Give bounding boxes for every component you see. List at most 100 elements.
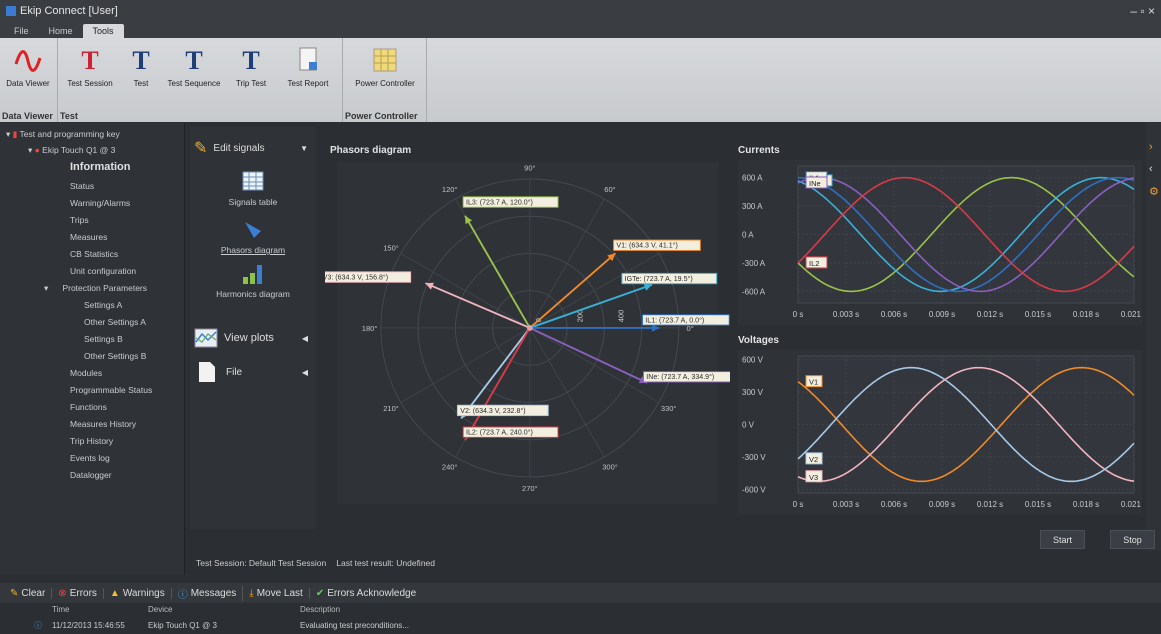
phasor-vector-label: IL2: (723.7 A, 240.0°) [462, 426, 559, 438]
errors-button[interactable]: ⊗ Errors [58, 587, 104, 599]
log-col-device[interactable]: Device [148, 605, 172, 614]
window-controls[interactable]: – ▫ × [1130, 4, 1155, 18]
log-row[interactable]: ⓘ 11/12/2013 15:46:55 Ekip Touch Q1 @ 3 … [0, 617, 1161, 634]
power-controller-label: Power Controller [355, 79, 415, 88]
tree-item-protection-parameters[interactable]: ▾ Protection Parameters [44, 283, 147, 294]
log-header: Time Device Description [0, 603, 1161, 617]
tree-item-trips[interactable]: Trips [70, 215, 89, 225]
phasor-angle-label: 60° [604, 185, 615, 194]
title-bar: Ekip Connect [User] – ▫ × [0, 0, 1161, 22]
file-header[interactable]: File ◀ [194, 359, 312, 385]
phasor-origin [527, 325, 533, 331]
tree-root-label: Test and programming key [19, 129, 120, 139]
errors-label: Errors [69, 587, 97, 599]
tree-item-other-settings-b[interactable]: Other Settings B [84, 351, 146, 361]
stop-button[interactable]: Stop [1110, 530, 1155, 549]
log-col-time[interactable]: Time [52, 605, 69, 614]
tree-item-measures-history[interactable]: Measures History [70, 419, 136, 429]
test-sequence-button[interactable]: T Test Sequence [164, 46, 224, 88]
tree-item-measures[interactable]: Measures [70, 232, 107, 242]
phasor-label-text: IL3: (723.7 A, 120.0°) [466, 198, 533, 206]
warnings-label: Warnings [122, 587, 165, 599]
legend-text: IL2 [809, 259, 819, 268]
y-tick-label: 300 A [742, 202, 763, 211]
tree-item-settings-b[interactable]: Settings B [84, 334, 123, 344]
signals-table-button[interactable]: Signals table [190, 171, 316, 207]
tree-item-trip-history[interactable]: Trip History [70, 436, 113, 446]
x-tick-label: 0.003 s [833, 310, 859, 319]
test-report-label: Test Report [287, 79, 329, 88]
tree-item-events-log[interactable]: Events log [70, 453, 110, 463]
expand-arrow-icon[interactable]: › [1149, 141, 1153, 153]
table-icon [242, 171, 264, 191]
errors-acknowledge-label: Errors Acknowledge [327, 587, 417, 599]
y-tick-label: 0 V [742, 421, 755, 430]
data-viewer-button[interactable]: Data Viewer [0, 46, 56, 88]
test-report-button[interactable]: Test Report [278, 46, 338, 88]
trip-test-button[interactable]: T Trip Test [228, 46, 274, 88]
x-tick-label: 0.015 s [1025, 500, 1051, 509]
dropdown-arrow-icon: ▼ [300, 143, 308, 153]
warnings-button[interactable]: ▲ Warnings [110, 587, 172, 599]
menu-tab-home[interactable]: Home [39, 24, 83, 38]
test-button[interactable]: T Test [124, 46, 158, 88]
tree-item-information[interactable]: Information [70, 161, 131, 173]
y-tick-label: -600 V [742, 485, 766, 494]
log-time: 11/12/2013 15:46:55 [52, 621, 125, 630]
signals-table-label: Signals table [228, 197, 278, 207]
ribbon-group-power-controller: Power Controller Power Controller [343, 38, 427, 122]
ribbon-group-test: T Test Session T Test T Test Sequence T … [58, 38, 343, 122]
y-tick-label: 0 A [742, 231, 754, 240]
messages-button[interactable]: ⓘ Messages [178, 585, 244, 601]
tree-item-other-settings-a[interactable]: Other Settings A [84, 317, 146, 327]
phasor-angle-label: 270° [522, 484, 538, 493]
ribbon-group-label: Power Controller [345, 111, 418, 121]
menu-tab-tools[interactable]: Tools [82, 24, 124, 38]
log-col-description[interactable]: Description [300, 605, 340, 614]
status-line: Test Session: Default Test Session Last … [190, 551, 1161, 575]
x-tick-label: 0.021 s [1121, 310, 1142, 319]
tree-item-unit-configuration[interactable]: Unit configuration [70, 266, 136, 276]
ribbon: Data Viewer Data Viewer T Test Session T… [0, 38, 1161, 122]
tree-item-warning-alarms[interactable]: Warning/Alarms [70, 198, 130, 208]
broom-icon: ✎ [10, 587, 19, 599]
tree-item-status[interactable]: Status [70, 181, 94, 191]
collapse-arrow-icon: ◀ [301, 333, 308, 343]
x-tick-label: 0 s [793, 500, 804, 509]
power-controller-button[interactable]: Power Controller [351, 46, 419, 88]
test-session-button[interactable]: T Test Session [62, 46, 118, 88]
tree-item-functions[interactable]: Functions [70, 402, 107, 412]
tree-device[interactable]: ▾ ● Ekip Touch Q1 @ 3 [28, 145, 115, 156]
test-session-icon: T [81, 46, 99, 75]
tree-item-label: Protection Parameters [62, 283, 148, 293]
clear-button[interactable]: ✎ Clear [10, 587, 53, 599]
tree-item-cb-statistics[interactable]: CB Statistics [70, 249, 118, 259]
tree-item-modules[interactable]: Modules [70, 368, 102, 378]
errors-acknowledge-button[interactable]: ✔ Errors Acknowledge [316, 588, 422, 599]
tree-item-settings-a[interactable]: Settings A [84, 300, 122, 310]
settings-icon[interactable]: ⚙ [1149, 185, 1159, 198]
phasor-icon [245, 222, 261, 238]
test-label: Test [133, 79, 149, 88]
edit-signals-header[interactable]: ✎ Edit signals ▼ [194, 135, 312, 161]
tree-item-datalogger[interactable]: Datalogger [70, 470, 112, 480]
x-tick-label: 0.006 s [881, 500, 907, 509]
menu-tab-file[interactable]: File [4, 24, 39, 38]
y-tick-label: -600 A [742, 287, 766, 296]
pencil-icon: ✎ [194, 140, 208, 157]
harmonics-diagram-button[interactable]: Harmonics diagram [190, 263, 316, 299]
trip-test-icon: T [242, 46, 260, 75]
tree-root[interactable]: ▾ ▮ Test and programming key [6, 129, 120, 140]
phasor-label-text: V1: (634.3 V, 41.1°) [616, 242, 677, 250]
error-icon: ⊗ [58, 587, 67, 599]
start-button[interactable]: Start [1040, 530, 1085, 549]
collapse-arrow-icon: ◀ [301, 367, 308, 377]
phasors-diagram-button[interactable]: Phasors diagram [190, 219, 316, 255]
device-tree: ▾ ▮ Test and programming key ▾ ● Ekip To… [0, 123, 185, 575]
x-tick-label: 0.018 s [1073, 500, 1099, 509]
currents-title: Currents [738, 145, 780, 156]
tree-item-programmable-status[interactable]: Programmable Status [70, 385, 152, 395]
view-plots-header[interactable]: View plots ◀ [194, 325, 312, 351]
back-arrow-icon[interactable]: ‹ [1149, 163, 1153, 175]
move-last-button[interactable]: ⤓ Move Last [249, 587, 310, 599]
